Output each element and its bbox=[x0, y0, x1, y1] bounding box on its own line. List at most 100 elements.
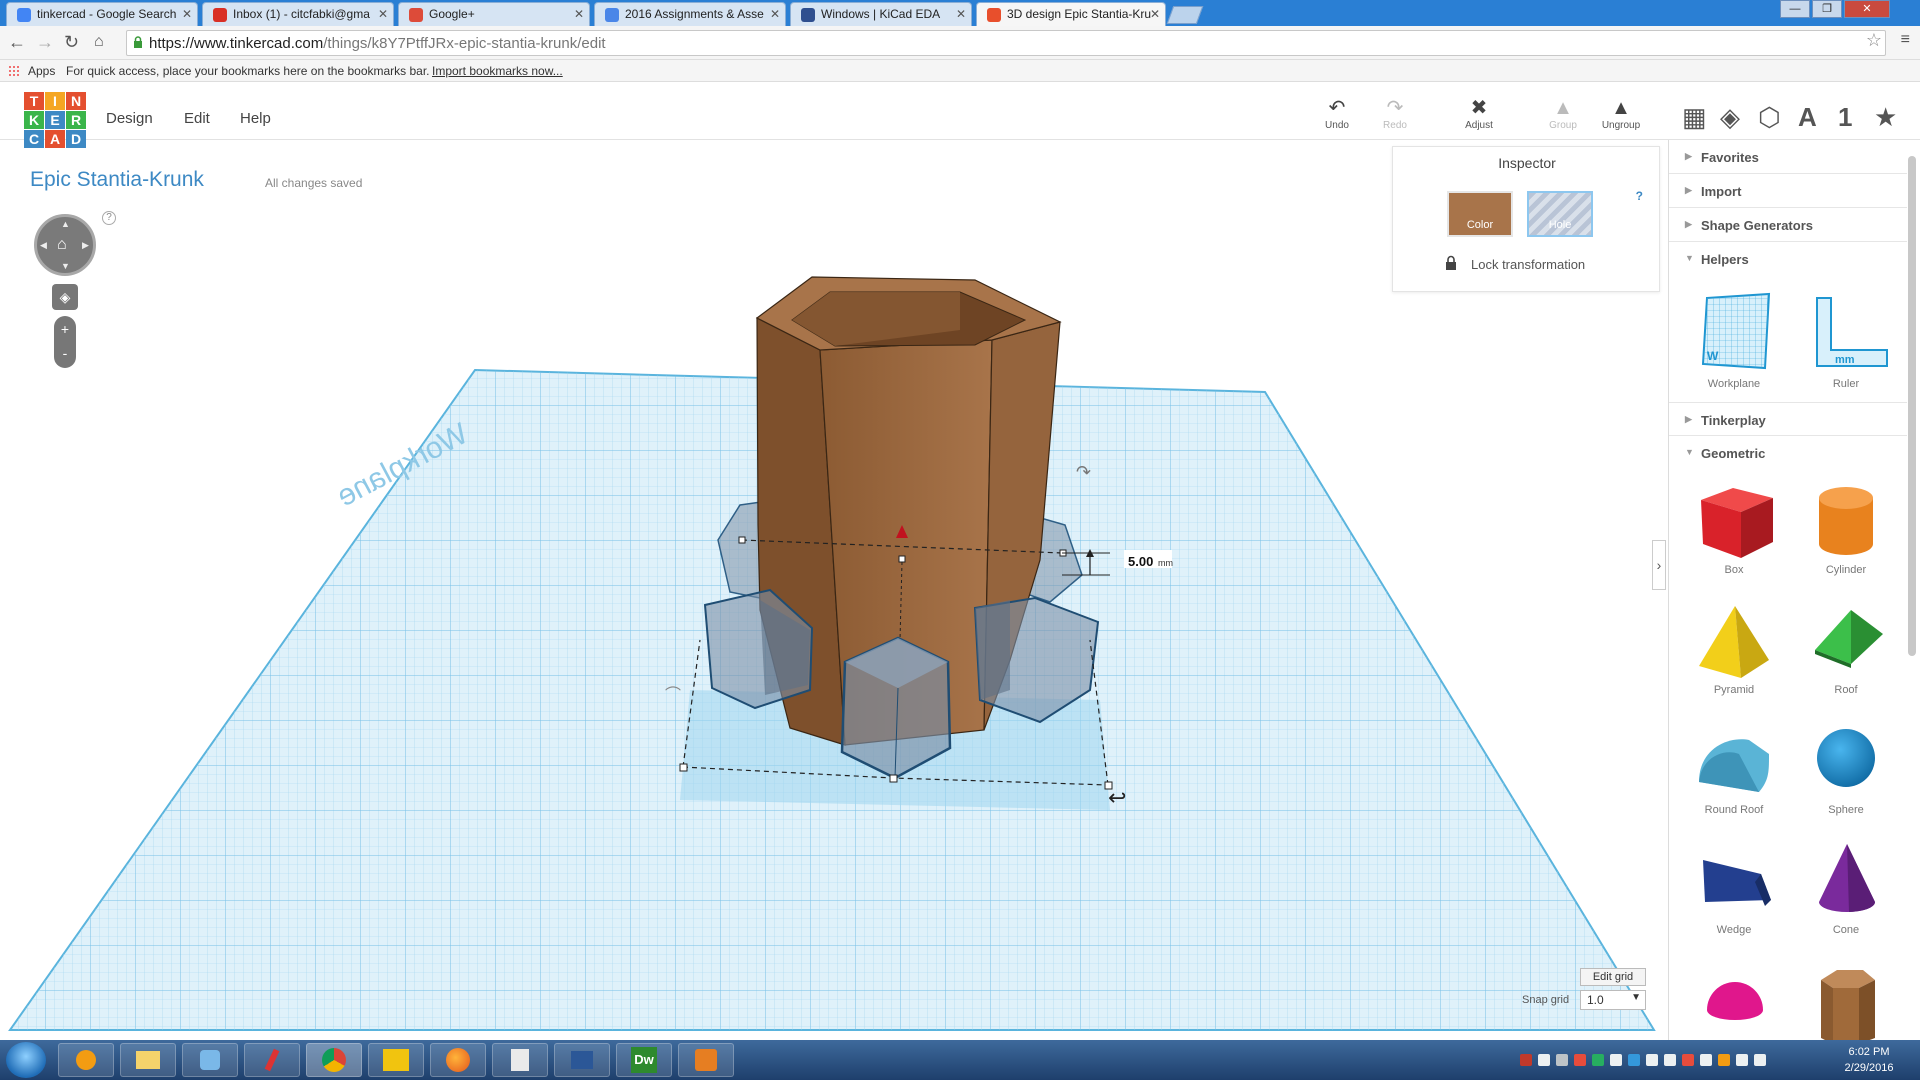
design-title[interactable]: Epic Stantia-Krunk bbox=[30, 168, 204, 192]
shape-wedge[interactable]: Wedge bbox=[1679, 838, 1789, 936]
edit-grid-button[interactable]: Edit grid bbox=[1580, 968, 1646, 986]
lock-icon[interactable] bbox=[1445, 255, 1457, 271]
orbit-right-icon[interactable]: ▶ bbox=[82, 240, 89, 251]
rotate-handle-icon[interactable]: ↩ bbox=[1108, 786, 1126, 811]
inspector-help-icon[interactable]: ? bbox=[1636, 189, 1643, 203]
rotate-handle-icon[interactable]: ↷ bbox=[1076, 462, 1091, 483]
taskbar-file-explorer[interactable] bbox=[120, 1043, 176, 1077]
snap-grid-select[interactable]: 1.0 ▼ bbox=[1580, 990, 1646, 1010]
nav-help-icon[interactable]: ? bbox=[102, 211, 116, 225]
tray-icon[interactable] bbox=[1556, 1054, 1568, 1066]
taskbar-app-11[interactable] bbox=[678, 1043, 734, 1077]
shape-cylinder[interactable]: Cylinder bbox=[1791, 478, 1901, 576]
home-icon[interactable]: ⌂ bbox=[94, 33, 104, 51]
shape-box[interactable]: Box bbox=[1679, 478, 1789, 576]
apps-link[interactable]: Apps bbox=[28, 64, 55, 78]
browser-tab-google-search[interactable]: tinkercad - Google Search ✕ bbox=[6, 2, 198, 26]
section-geometric[interactable]: ▼ Geometric bbox=[1669, 436, 1907, 470]
section-favorites[interactable]: ▶ Favorites bbox=[1669, 140, 1907, 174]
tray-icon[interactable] bbox=[1664, 1054, 1676, 1066]
taskbar-powershell[interactable] bbox=[554, 1043, 610, 1077]
section-helpers[interactable]: ▼ Helpers bbox=[1669, 242, 1907, 276]
taskbar-dreamweaver[interactable]: Dw bbox=[616, 1043, 672, 1077]
shape-hexagonal-prism[interactable] bbox=[1791, 958, 1901, 1044]
resize-handle[interactable] bbox=[889, 774, 898, 783]
orbit-up-icon[interactable]: ▲ bbox=[61, 219, 70, 229]
tray-icon[interactable] bbox=[1682, 1054, 1694, 1066]
color-button[interactable]: Color bbox=[1447, 191, 1513, 237]
url-input[interactable]: https://www.tinkercad.com/things/k8Y7Ptf… bbox=[126, 30, 1886, 56]
wireframe-view-icon[interactable]: ⬡ bbox=[1758, 104, 1781, 130]
zoom-control[interactable]: + - bbox=[54, 316, 76, 368]
browser-menu-icon[interactable]: ≡ bbox=[1901, 31, 1910, 49]
resize-handle[interactable] bbox=[679, 763, 688, 772]
shape-round-roof[interactable]: Round Roof bbox=[1679, 718, 1789, 816]
adjust-button[interactable]: ✖ Adjust bbox=[1454, 96, 1504, 131]
hole-hexagon-center-front[interactable] bbox=[840, 636, 952, 780]
section-shape-generators[interactable]: ▶ Shape Generators bbox=[1669, 208, 1907, 242]
new-tab-button[interactable] bbox=[1166, 6, 1204, 24]
start-button[interactable] bbox=[6, 1042, 46, 1078]
height-handle[interactable] bbox=[898, 555, 906, 563]
back-arrow-icon[interactable]: ← bbox=[8, 32, 26, 53]
close-window-button[interactable]: ✕ bbox=[1844, 0, 1890, 18]
taskbar-media-player[interactable] bbox=[58, 1043, 114, 1077]
lock-transformation-label[interactable]: Lock transformation bbox=[1471, 257, 1585, 272]
fit-view-button[interactable]: ◈ bbox=[52, 284, 78, 310]
close-tab-icon[interactable]: ✕ bbox=[182, 7, 192, 21]
orbit-down-icon[interactable]: ▼ bbox=[61, 261, 70, 271]
maximize-window-button[interactable]: ❐ bbox=[1812, 0, 1842, 18]
tray-icon[interactable] bbox=[1592, 1054, 1604, 1066]
section-import[interactable]: ▶ Import bbox=[1669, 174, 1907, 208]
close-tab-icon[interactable]: ✕ bbox=[574, 7, 584, 21]
taskbar-firefox[interactable] bbox=[430, 1043, 486, 1077]
shape-sphere[interactable]: Sphere bbox=[1791, 718, 1901, 816]
text-tool-icon[interactable]: A bbox=[1798, 104, 1817, 130]
panel-scrollbar[interactable] bbox=[1908, 156, 1916, 656]
shape-cone[interactable]: Cone bbox=[1791, 838, 1901, 936]
close-tab-icon[interactable]: ✕ bbox=[378, 7, 388, 21]
taskbar-app-8[interactable] bbox=[492, 1043, 548, 1077]
reload-icon[interactable]: ↻ bbox=[64, 32, 79, 53]
close-tab-icon[interactable]: ✕ bbox=[1150, 7, 1160, 21]
tray-icon[interactable] bbox=[1646, 1054, 1658, 1066]
box-view-icon[interactable]: ◈ bbox=[1720, 104, 1740, 130]
shape-roof[interactable]: Roof bbox=[1791, 598, 1901, 696]
workplane-view-icon[interactable]: ▦ bbox=[1682, 104, 1707, 130]
volume-tray-icon[interactable] bbox=[1754, 1054, 1766, 1066]
redo-button[interactable]: ↷ Redo bbox=[1370, 96, 1420, 131]
hole-button[interactable]: Hole bbox=[1527, 191, 1593, 237]
minimize-window-button[interactable]: — bbox=[1780, 0, 1810, 18]
menu-design[interactable]: Design bbox=[106, 110, 153, 127]
menu-edit[interactable]: Edit bbox=[184, 110, 210, 127]
panel-collapse-toggle[interactable]: › bbox=[1652, 540, 1666, 590]
tray-icon[interactable] bbox=[1610, 1054, 1622, 1066]
menu-help[interactable]: Help bbox=[240, 110, 271, 127]
orbit-left-icon[interactable]: ◀ bbox=[40, 240, 47, 251]
section-tinkerplay[interactable]: ▶ Tinkerplay bbox=[1669, 402, 1907, 436]
taskbar-clock[interactable]: 6:02 PM 2/29/2016 bbox=[1834, 1044, 1904, 1076]
signal-tray-icon[interactable] bbox=[1736, 1054, 1748, 1066]
browser-tab-kicad[interactable]: Windows | KiCad EDA ✕ bbox=[790, 2, 972, 26]
resize-handle[interactable] bbox=[738, 536, 746, 544]
forward-arrow-icon[interactable]: → bbox=[36, 32, 54, 53]
dimension-value[interactable]: 5.00 bbox=[1128, 554, 1153, 569]
network-tray-icon[interactable] bbox=[1538, 1054, 1550, 1066]
undo-button[interactable]: ↶ Undo bbox=[1312, 96, 1362, 131]
close-tab-icon[interactable]: ✕ bbox=[956, 7, 966, 21]
taskbar-app-4[interactable] bbox=[244, 1043, 300, 1077]
close-tab-icon[interactable]: ✕ bbox=[770, 7, 780, 21]
taskbar-chrome[interactable] bbox=[306, 1043, 362, 1077]
helper-workplane[interactable]: W Workplane bbox=[1679, 292, 1789, 390]
group-button[interactable]: ▲ Group bbox=[1538, 96, 1588, 131]
browser-tab-assignments[interactable]: 2016 Assignments & Asse ✕ bbox=[594, 2, 786, 26]
shape-pyramid[interactable]: Pyramid bbox=[1679, 598, 1789, 696]
acrobat-tray-icon[interactable] bbox=[1520, 1054, 1532, 1066]
import-bookmarks-link[interactable]: Import bookmarks now... bbox=[432, 64, 563, 78]
favorites-star-icon[interactable]: ★ bbox=[1874, 104, 1897, 130]
zoom-in-button[interactable]: + bbox=[54, 316, 76, 342]
tray-icon[interactable] bbox=[1718, 1054, 1730, 1066]
rotate-handle-icon[interactable]: ⌒ bbox=[665, 685, 681, 704]
taskbar-app-3[interactable] bbox=[182, 1043, 238, 1077]
browser-tab-tinkercad-design[interactable]: 3D design Epic Stantia-Kru ✕ bbox=[976, 2, 1166, 26]
